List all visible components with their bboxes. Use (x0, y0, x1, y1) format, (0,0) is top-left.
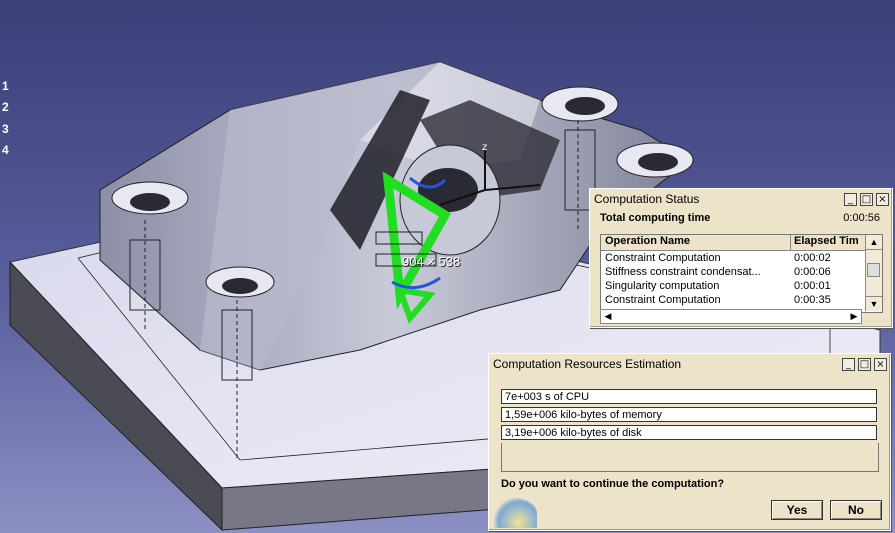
scroll-down-icon[interactable]: ▼ (866, 296, 882, 311)
maximize-button[interactable]: □ (858, 357, 871, 371)
svg-text:z: z (482, 142, 487, 153)
continue-question: Do you want to continue the computation? (501, 478, 725, 490)
minimize-button[interactable]: _ (844, 192, 857, 206)
computation-status-titlebar[interactable]: Computation Status _ □ × (590, 189, 892, 209)
minimize-button[interactable]: _ (842, 357, 855, 371)
disk-estimate: 3,19e+006 kilo-bytes of disk (501, 425, 877, 440)
computation-status-window: Computation Status _ □ × Total computing… (589, 188, 893, 328)
window-title: Computation Resources Estimation (493, 357, 682, 371)
viewport-size-label: 904 × 538 (402, 254, 461, 269)
yes-button[interactable]: Yes (771, 500, 823, 520)
index-label-3: 3 (2, 122, 9, 136)
scroll-right-icon[interactable]: ▶ (847, 310, 861, 323)
resources-titlebar[interactable]: Computation Resources Estimation _ □ × (489, 354, 890, 374)
operation-name: Singularity computation (605, 280, 720, 292)
list-item[interactable]: Constraint Computation 0:00:02 (601, 251, 882, 265)
index-label-2: 2 (2, 100, 9, 114)
resources-list-blank (501, 443, 879, 472)
total-time-row: Total computing time 0:00:56 (590, 209, 892, 224)
list-header: Operation Name Elapsed Tim (601, 235, 882, 251)
total-time-label: Total computing time (600, 212, 711, 224)
elapsed-time: 0:00:01 (794, 280, 831, 292)
no-button[interactable]: No (830, 500, 882, 520)
list-item[interactable]: Singularity computation 0:00:01 (601, 279, 882, 293)
list-item[interactable]: Constraint Computation 0:00:35 (601, 293, 882, 307)
operation-name: Constraint Computation (605, 294, 721, 306)
index-label-4: 4 (2, 143, 9, 157)
column-header-operation[interactable]: Operation Name (601, 235, 791, 250)
scroll-left-icon[interactable]: ◀ (601, 310, 615, 323)
scroll-thumb[interactable] (867, 263, 880, 277)
column-header-elapsed[interactable]: Elapsed Tim (791, 235, 864, 250)
total-time-value: 0:00:56 (843, 212, 880, 224)
maximize-button[interactable]: □ (860, 192, 873, 206)
list-item[interactable]: Stiffness constraint condensat... 0:00:0… (601, 265, 882, 279)
operation-list[interactable]: Operation Name Elapsed Tim Constraint Co… (600, 234, 883, 313)
resources-estimation-window: Computation Resources Estimation _ □ × 7… (488, 353, 891, 531)
window-title: Computation Status (594, 192, 700, 206)
elapsed-time: 0:00:06 (794, 266, 831, 278)
scroll-up-icon[interactable]: ▲ (866, 235, 882, 250)
vertical-scrollbar[interactable]: ▲ ▼ (865, 235, 882, 311)
close-button[interactable]: × (876, 192, 889, 206)
close-button[interactable]: × (874, 357, 887, 371)
memory-estimate: 1,59e+006 kilo-bytes of memory (501, 407, 877, 422)
operation-name: Constraint Computation (605, 252, 721, 264)
index-label-1: 1 (2, 79, 9, 93)
earth-logo-icon (491, 498, 537, 528)
elapsed-time: 0:00:35 (794, 294, 831, 306)
elapsed-time: 0:00:02 (794, 252, 831, 264)
cpu-estimate: 7e+003 s of CPU (501, 389, 877, 404)
operation-name: Stiffness constraint condensat... (605, 266, 761, 278)
horizontal-scrollbar[interactable]: ◀ ▶ (600, 309, 862, 324)
